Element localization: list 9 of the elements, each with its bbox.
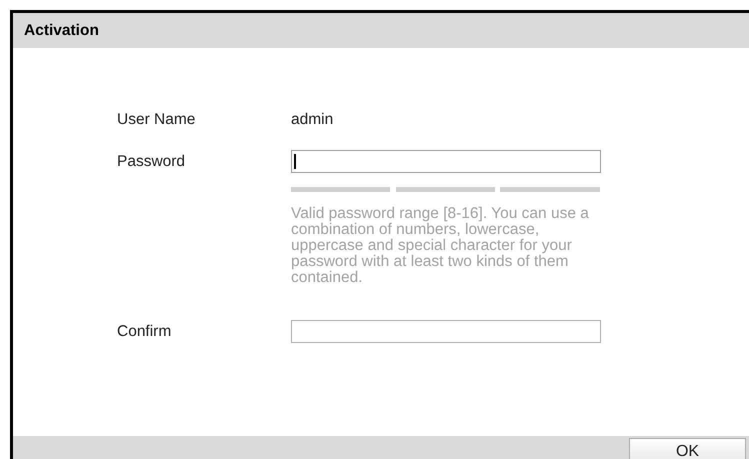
field-label: Password xyxy=(117,152,186,172)
field-value: admin xyxy=(291,110,334,130)
field-label: Confirm xyxy=(117,322,172,342)
ok-button[interactable]: OK xyxy=(629,438,746,459)
password-hint: Valid password range [8-16]. You can use a combination of numbers, lowercase, uppercase and special character for your password with at least two kinds of them contained. xyxy=(291,206,590,286)
dialog-title: Activation xyxy=(24,22,99,40)
input-field[interactable] xyxy=(291,150,601,173)
field-label: User Name xyxy=(117,110,196,130)
input-field[interactable] xyxy=(291,320,601,343)
